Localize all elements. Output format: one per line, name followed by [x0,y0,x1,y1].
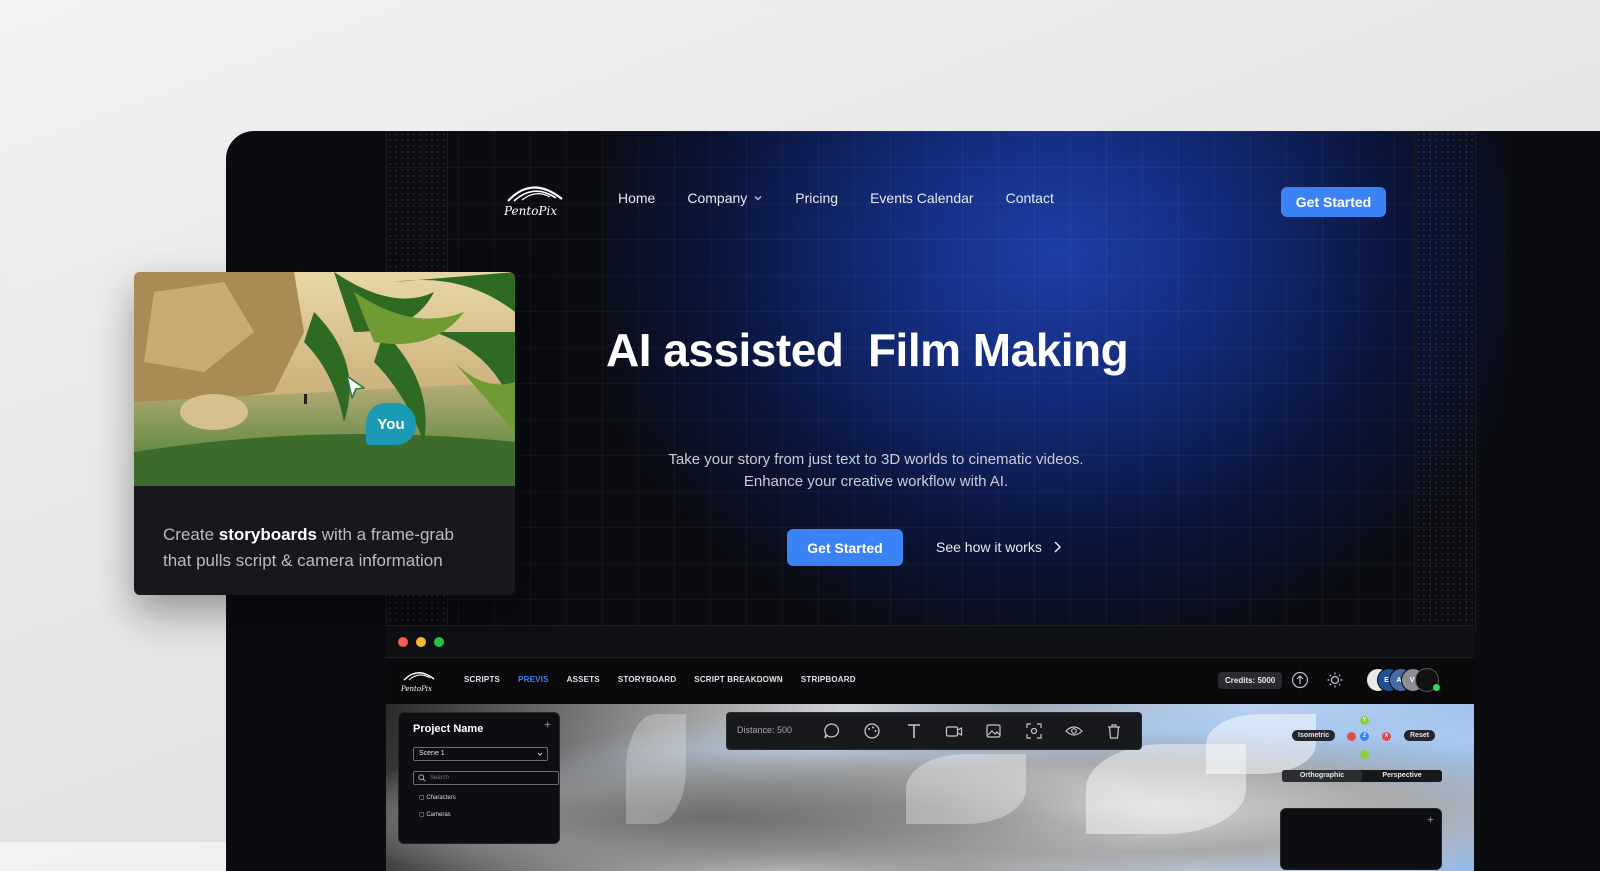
hero-get-started-button[interactable]: Get Started [787,529,903,566]
hero-subtitle: Take your story from just text to 3D wor… [666,449,1086,493]
hero-subtitle-line-2: Enhance your creative workflow with AI. [743,473,1009,490]
card-text-pre: Create [163,525,219,544]
hero-title: AI assisted Film Making [606,324,1129,376]
app-logo[interactable]: PentoPix [400,666,440,696]
user-cursor-label: You [366,403,416,445]
tree-item-label: Cameras [426,812,451,818]
pentopix-logo[interactable]: PentoPix [502,179,572,221]
nav-events-label: Events Calendar [870,190,974,206]
sun-icon[interactable] [1326,671,1344,689]
tree-item-label: Characters [426,795,456,801]
nav-contact[interactable]: Contact [1006,190,1054,206]
axis-y-handle[interactable]: Y [1360,716,1369,725]
online-status-dot [1433,684,1440,691]
search-placeholder: Search [430,775,450,781]
app-tabs: SCRIPTS PREVIS ASSETS STORYBOARD SCRIPT … [464,675,874,684]
see-how-label: See how it works [936,539,1042,555]
chevron-down-icon [537,752,543,756]
axis-x-handle[interactable]: X [1382,732,1391,741]
orthographic-option[interactable]: Orthographic [1282,770,1362,782]
see-how-it-works-link[interactable]: See how it works [936,539,1062,555]
nav-get-started-button[interactable]: Get Started [1281,187,1386,217]
collaborator-avatars[interactable]: I EB AF VI [1366,668,1446,694]
scene-select[interactable]: Scene 1 [413,747,548,761]
3d-viewport[interactable]: Project Name Scene 1 Search ▢ Characters… [386,704,1474,871]
storyboard-feature-card: You Create storyboards with a frame-grab… [134,272,515,595]
project-title: Project Name [413,723,484,735]
tree-item-characters[interactable]: ▢ Characters [419,794,456,801]
tab-scripts[interactable]: SCRIPTS [464,675,500,684]
isometric-button[interactable]: Isometric [1292,730,1336,741]
window-controls [398,637,444,647]
axis-handle[interactable] [1347,732,1356,741]
axis-handle[interactable] [1360,750,1369,759]
main-nav: Home Company Pricing Events Calendar Con… [618,190,1086,206]
chevron-right-icon [1054,541,1061,553]
sparkle-icon[interactable] [1426,815,1435,824]
minimize-window-dot[interactable] [416,637,426,647]
text-icon[interactable] [905,722,923,740]
cursor-pointer-icon [346,375,365,399]
hero-subtitle-line-1: Take your story from just text to 3D wor… [668,451,1084,468]
image-add-icon[interactable] [985,722,1003,740]
tab-previs[interactable]: PREVIS [518,675,549,684]
viewport-toolbar: Distance: 500 [726,712,1142,750]
storyboard-frame-image [134,272,515,486]
tab-storyboard[interactable]: STORYBOARD [618,675,676,684]
trash-icon[interactable] [1105,722,1123,740]
nav-pricing-label: Pricing [795,190,839,206]
app-preview-window: PentoPix SCRIPTS PREVIS ASSETS STORYBOAR… [386,625,1474,871]
nav-events-calendar[interactable]: Events Calendar [870,190,974,206]
nav-home-label: Home [618,190,656,206]
app-navbar: PentoPix SCRIPTS PREVIS ASSETS STORYBOAR… [386,657,1474,705]
search-icon [418,774,426,782]
scene-select-value: Scene 1 [419,750,445,757]
axis-z-handle[interactable]: Z [1360,732,1369,741]
foliage-shape [626,714,686,824]
sparkle-icon[interactable] [543,720,552,729]
perspective-option[interactable]: Perspective [1362,770,1442,782]
logo-text: PentoPix [503,204,557,218]
projection-toggle: Orthographic Perspective [1282,770,1442,782]
card-description: Create storyboards with a frame-grab tha… [163,522,483,574]
nav-company[interactable]: Company [687,190,763,206]
eye-icon[interactable] [1065,722,1083,740]
upload-icon[interactable] [1291,671,1309,689]
tab-assets[interactable]: ASSETS [567,675,600,684]
dot-pattern-right [1414,131,1476,631]
reset-button[interactable]: Reset [1404,730,1436,741]
search-input[interactable]: Search [413,771,559,785]
comment-icon[interactable] [823,722,841,740]
close-window-dot[interactable] [398,637,408,647]
maximize-window-dot[interactable] [434,637,444,647]
nav-contact-label: Contact [1005,190,1054,206]
nav-company-label: Company [687,190,748,206]
credits-badge: Credits: 5000 [1218,672,1283,689]
tab-stripboard[interactable]: STRIPBOARD [801,675,856,684]
tree-item-cameras[interactable]: ▢ Cameras [419,811,451,818]
card-text-bold: storyboards [218,525,317,544]
camera-preview-panel [1280,808,1442,870]
focus-icon[interactable] [1025,722,1043,740]
app-logo-text: PentoPix [400,685,432,693]
view-controls: Isometric Y Z X Reset Orthographic Persp… [1282,712,1452,802]
camera-add-icon[interactable] [945,722,963,740]
nav-pricing[interactable]: Pricing [795,190,838,206]
distance-readout: Distance: 500 [737,725,793,735]
chevron-down-icon [754,196,762,201]
foliage-shape [906,754,1026,824]
project-panel: Project Name Scene 1 Search ▢ Characters… [398,712,560,844]
palette-icon[interactable] [863,722,881,740]
nav-home[interactable]: Home [618,190,655,206]
tab-script-breakdown[interactable]: SCRIPT BREAKDOWN [694,675,783,684]
